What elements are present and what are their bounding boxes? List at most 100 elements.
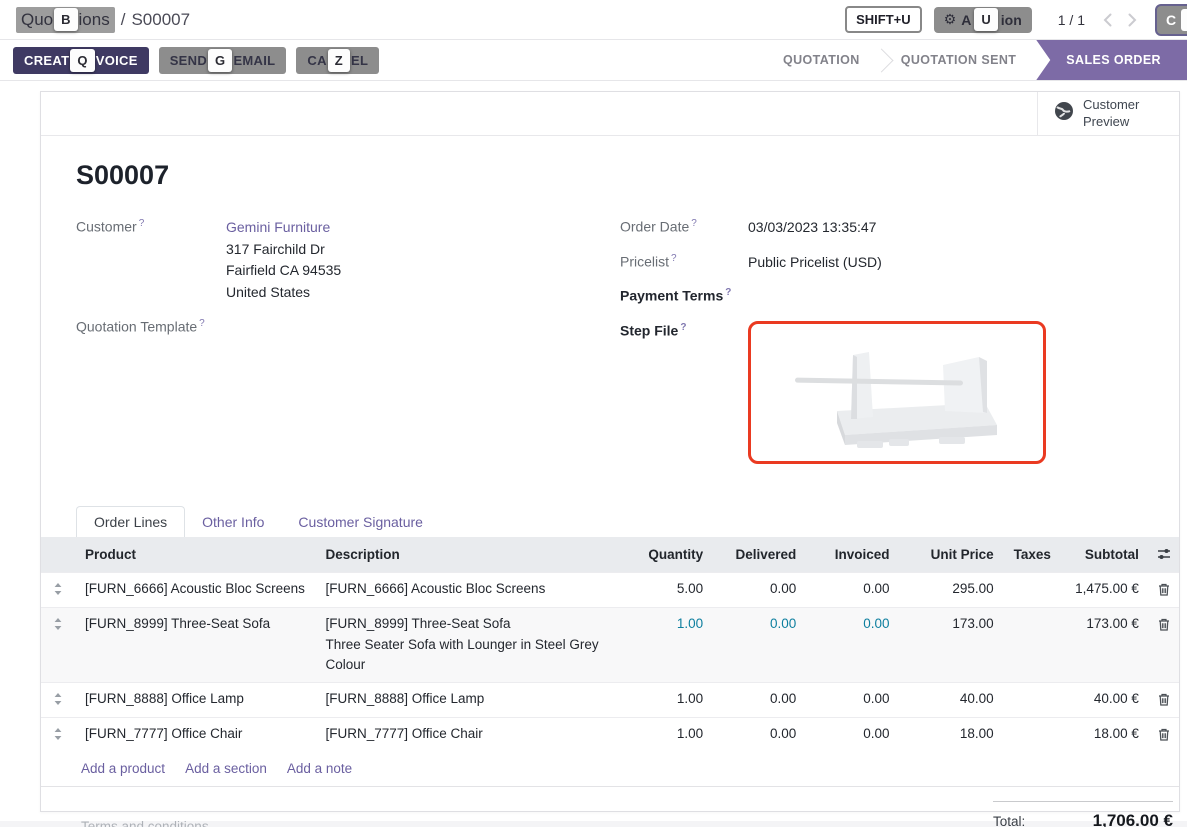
- status-step-quotation[interactable]: QUOTATION: [763, 40, 880, 80]
- cell-delivered[interactable]: 0.00: [713, 683, 806, 718]
- add-a-product-link[interactable]: Add a product: [81, 761, 165, 776]
- step-file-field-label: Step File?: [620, 321, 748, 464]
- cell-unit-price[interactable]: 295.00: [899, 573, 1003, 608]
- terms-and-conditions-placeholder[interactable]: Terms and conditions...: [81, 801, 220, 827]
- step-file-image-frame[interactable]: [748, 321, 1046, 464]
- order-lines-table: Product Description Quantity Delivered I…: [41, 537, 1179, 752]
- help-question-mark: ?: [139, 218, 145, 229]
- customer-preview-button[interactable]: Customer Preview: [1037, 92, 1179, 135]
- drag-handle-icon[interactable]: [41, 608, 75, 683]
- delete-row-button[interactable]: [1149, 683, 1179, 718]
- label-text: Step File: [620, 323, 678, 339]
- add-a-note-link[interactable]: Add a note: [287, 761, 352, 776]
- cell-description[interactable]: [FURN_6666] Acoustic Bloc Screens: [315, 573, 621, 608]
- hint-key-badge: B: [54, 8, 77, 31]
- order-line-row[interactable]: [FURN_8888] Office Lamp [FURN_8888] Offi…: [41, 683, 1179, 718]
- action-menu-button[interactable]: ⚙AUion: [934, 7, 1032, 33]
- cell-taxes[interactable]: [1004, 683, 1059, 718]
- status-step-quotation-sent[interactable]: QUOTATION SENT: [881, 40, 1037, 80]
- cell-taxes[interactable]: [1004, 573, 1059, 608]
- cell-product[interactable]: [FURN_8888] Office Lamp: [75, 683, 315, 718]
- cell-subtotal: 40.00 €: [1059, 683, 1149, 718]
- help-question-mark: ?: [725, 287, 731, 298]
- cell-quantity[interactable]: 1.00: [621, 718, 713, 753]
- cell-quantity[interactable]: 5.00: [621, 573, 713, 608]
- order-date-field-value[interactable]: 03/03/2023 13:35:47: [748, 217, 876, 239]
- send-email-label-pre: SEND: [170, 53, 207, 68]
- tab-other-info[interactable]: Other Info: [185, 507, 281, 537]
- column-header-unit-price[interactable]: Unit Price: [899, 537, 1003, 573]
- order-line-row[interactable]: [FURN_7777] Office Chair [FURN_7777] Off…: [41, 718, 1179, 753]
- tab-customer-signature[interactable]: Customer Signature: [281, 507, 440, 537]
- order-line-row[interactable]: [FURN_8999] Three-Seat Sofa [FURN_8999] …: [41, 608, 1179, 683]
- optional-columns-button[interactable]: [1149, 537, 1179, 573]
- tab-order-lines[interactable]: Order Lines: [76, 506, 185, 537]
- order-line-row[interactable]: [FURN_6666] Acoustic Bloc Screens [FURN_…: [41, 573, 1179, 608]
- column-header-description[interactable]: Description: [315, 537, 621, 573]
- cell-description[interactable]: [FURN_8999] Three-Seat Sofa Three Seater…: [315, 608, 621, 683]
- action-label-pre: A: [961, 12, 971, 28]
- breadcrumb-quotations-link[interactable]: QuoBions: [16, 7, 115, 33]
- pager-prev-button[interactable]: [1103, 13, 1112, 27]
- column-header-product[interactable]: Product: [75, 537, 315, 573]
- cell-invoiced[interactable]: 0.00: [806, 608, 899, 683]
- breadcrumb: QuoBions / S00007: [16, 7, 190, 33]
- cell-delivered[interactable]: 0.00: [713, 573, 806, 608]
- field-column-right: Order Date? 03/03/2023 13:35:47 Pricelis…: [620, 217, 1144, 477]
- pricelist-field-value[interactable]: Public Pricelist (USD): [748, 252, 882, 274]
- customer-field-label: Customer?: [76, 217, 226, 304]
- create-invoice-label-post: VOICE: [96, 53, 138, 68]
- cell-description[interactable]: [FURN_8888] Office Lamp: [315, 683, 621, 718]
- cancel-button[interactable]: CAZEL: [296, 47, 379, 74]
- delete-row-button[interactable]: [1149, 573, 1179, 608]
- breadcrumb-record: S00007: [131, 10, 190, 30]
- cell-product[interactable]: [FURN_6666] Acoustic Bloc Screens: [75, 573, 315, 608]
- record-pager: 1 / 1: [1058, 12, 1085, 28]
- cell-invoiced[interactable]: 0.00: [806, 683, 899, 718]
- edge-cut-button[interactable]: C: [1155, 4, 1187, 36]
- page-title: S00007: [76, 160, 1179, 191]
- drag-handle-icon[interactable]: [41, 573, 75, 608]
- table-footer-links: Add a product Add a section Add a note: [41, 752, 1179, 787]
- create-invoice-label-pre: CREAT: [24, 53, 69, 68]
- customer-address-line: Fairfield CA 94535: [226, 260, 341, 282]
- create-invoice-button[interactable]: CREATQVOICE: [13, 47, 149, 74]
- label-text: Order Date: [620, 219, 689, 235]
- delete-row-button[interactable]: [1149, 608, 1179, 683]
- cell-delivered[interactable]: 0.00: [713, 608, 806, 683]
- cell-unit-price[interactable]: 173.00: [899, 608, 1003, 683]
- table-header-row: Product Description Quantity Delivered I…: [41, 537, 1179, 573]
- cell-taxes[interactable]: [1004, 718, 1059, 753]
- hint-key-badge: Z: [328, 49, 350, 72]
- pager-next-button[interactable]: [1128, 13, 1137, 27]
- cell-invoiced[interactable]: 0.00: [806, 573, 899, 608]
- cell-quantity[interactable]: 1.00: [621, 683, 713, 718]
- cell-product[interactable]: [FURN_8999] Three-Seat Sofa: [75, 608, 315, 683]
- customer-link[interactable]: Gemini Furniture: [226, 219, 330, 235]
- breadcrumb-text-post: ions: [79, 10, 110, 30]
- column-header-invoiced[interactable]: Invoiced: [806, 537, 899, 573]
- column-header-delivered[interactable]: Delivered: [713, 537, 806, 573]
- cell-unit-price[interactable]: 18.00: [899, 718, 1003, 753]
- column-header-taxes[interactable]: Taxes: [1004, 537, 1059, 573]
- add-a-section-link[interactable]: Add a section: [185, 761, 267, 776]
- drag-handle-icon[interactable]: [41, 683, 75, 718]
- column-header-subtotal[interactable]: Subtotal: [1059, 537, 1149, 573]
- cell-unit-price[interactable]: 40.00: [899, 683, 1003, 718]
- cell-taxes[interactable]: [1004, 608, 1059, 683]
- delete-row-button[interactable]: [1149, 718, 1179, 753]
- column-header-quantity[interactable]: Quantity: [621, 537, 713, 573]
- cell-product[interactable]: [FURN_7777] Office Chair: [75, 718, 315, 753]
- cell-invoiced[interactable]: 0.00: [806, 718, 899, 753]
- cell-quantity[interactable]: 1.00: [621, 608, 713, 683]
- edge-cut-button-label: C: [1166, 12, 1176, 28]
- pricelist-field-label: Pricelist?: [620, 252, 748, 274]
- send-email-button[interactable]: SENDGEMAIL: [159, 47, 287, 74]
- cell-delivered[interactable]: 0.00: [713, 718, 806, 753]
- cell-description[interactable]: [FURN_7777] Office Chair: [315, 718, 621, 753]
- customer-address-line: 317 Fairchild Dr: [226, 239, 341, 261]
- status-step-sales-order[interactable]: SALES ORDER: [1036, 40, 1187, 80]
- field-group: Customer? Gemini Furniture 317 Fairchild…: [41, 217, 1179, 477]
- cell-subtotal: 1,475.00 €: [1059, 573, 1149, 608]
- drag-handle-icon[interactable]: [41, 718, 75, 753]
